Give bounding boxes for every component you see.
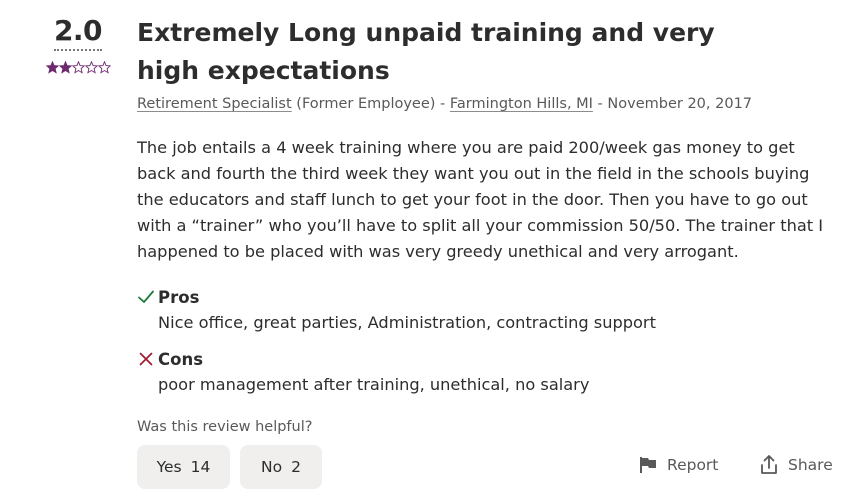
rating-block: 2.0 bbox=[40, 14, 116, 75]
review-title[interactable]: Extremely Long unpaid training and very … bbox=[137, 14, 757, 90]
report-label: Report bbox=[667, 456, 719, 474]
review-content: Extremely Long unpaid training and very … bbox=[137, 14, 837, 398]
job-title-link[interactable]: Retirement Specialist bbox=[137, 96, 292, 112]
helpful-yes-button[interactable]: Yes 14 bbox=[137, 445, 230, 489]
helpful-no-button[interactable]: No 2 bbox=[240, 445, 322, 489]
star-filled-icon bbox=[58, 61, 72, 74]
rating-number[interactable]: 2.0 bbox=[53, 14, 103, 51]
share-label: Share bbox=[788, 456, 833, 474]
share-icon bbox=[758, 454, 780, 476]
helpful-question: Was this review helpful? bbox=[137, 419, 313, 435]
review-meta: Retirement Specialist (Former Employee) … bbox=[137, 94, 837, 114]
cons-section: Cons poor management after training, une… bbox=[137, 347, 837, 398]
no-count: 2 bbox=[291, 458, 301, 476]
yes-label: Yes bbox=[156, 458, 182, 476]
review-text: The job entails a 4 week training where … bbox=[137, 138, 824, 261]
star-empty-icon bbox=[84, 61, 98, 74]
pros-text: Nice office, great parties, Administrati… bbox=[158, 313, 656, 332]
share-button[interactable]: Share bbox=[758, 453, 833, 477]
location-link[interactable]: Farmington Hills, MI bbox=[450, 96, 593, 112]
employment-status: (Former Employee) bbox=[296, 96, 436, 112]
pros-label: Pros bbox=[158, 287, 200, 307]
pros-section: Pros Nice office, great parties, Adminis… bbox=[137, 285, 837, 336]
report-button[interactable]: Report bbox=[637, 453, 718, 477]
x-icon bbox=[137, 350, 155, 368]
cons-text: poor management after training, unethica… bbox=[158, 375, 590, 394]
cons-label: Cons bbox=[158, 349, 204, 369]
flag-icon bbox=[637, 454, 659, 476]
meta-separator: - bbox=[592, 96, 608, 112]
review-date: November 20, 2017 bbox=[607, 96, 753, 112]
star-empty-icon bbox=[97, 61, 111, 74]
star-empty-icon bbox=[71, 61, 85, 74]
star-rating bbox=[40, 61, 116, 75]
star-filled-icon bbox=[45, 61, 59, 74]
yes-count: 14 bbox=[190, 458, 211, 476]
check-icon bbox=[137, 288, 155, 306]
no-label: No bbox=[261, 458, 283, 476]
meta-separator: - bbox=[435, 96, 450, 112]
